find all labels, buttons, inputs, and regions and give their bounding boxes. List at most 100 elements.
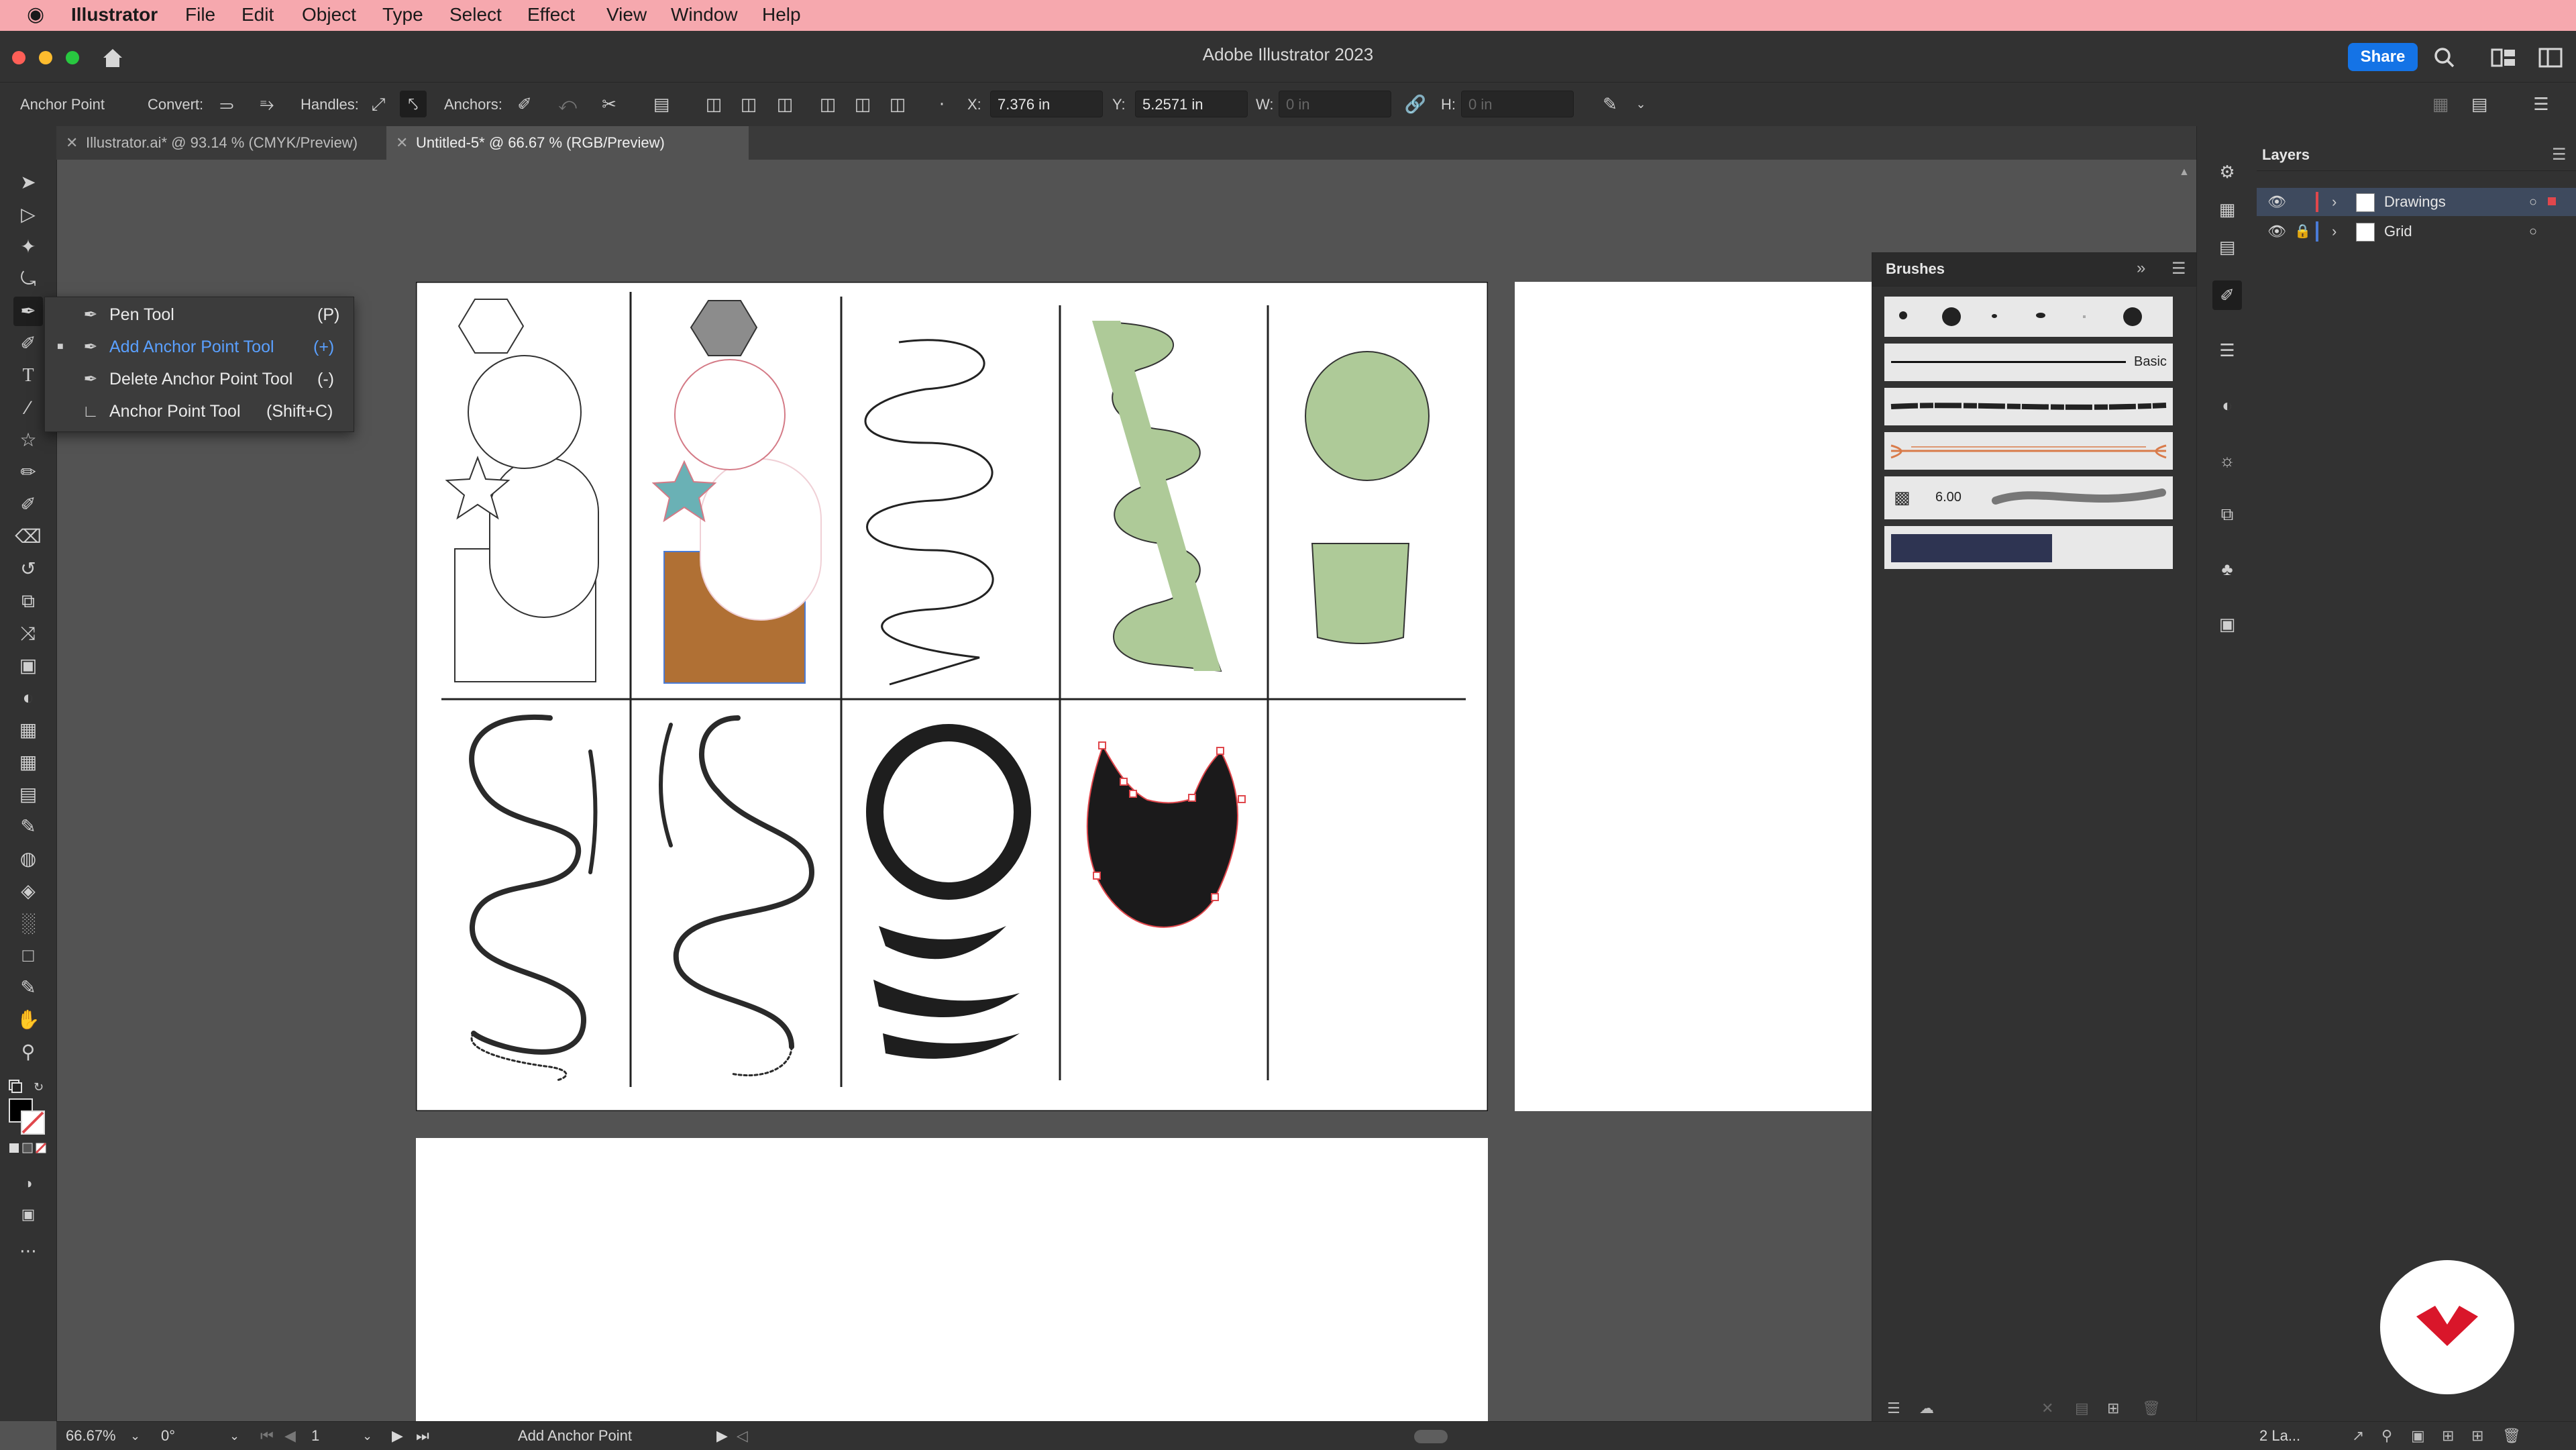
brush-pattern[interactable] — [1884, 526, 2173, 569]
eraser-tool-icon[interactable]: ⌫ — [13, 522, 43, 552]
reference-point-icon[interactable]: ⋅ — [928, 91, 955, 117]
control-bar-menu-icon[interactable]: ☰ — [2528, 91, 2555, 117]
tab-untitled-5[interactable]: ✕ Untitled-5* @ 66.67 % (RGB/Preview) — [386, 126, 749, 160]
gradient-tool-icon[interactable]: ▤ — [13, 780, 43, 809]
visibility-eye-icon[interactable]: 👁 — [2267, 217, 2286, 246]
fill-stroke-swatches[interactable]: ↻ — [7, 1076, 50, 1157]
visibility-eye-icon[interactable]: 👁 — [2267, 188, 2286, 216]
artboard-tool-icon[interactable]: □ — [13, 941, 43, 970]
more-tools-icon[interactable]: ⋯ — [13, 1236, 43, 1265]
y-position-field[interactable]: 5.2571 in — [1135, 91, 1248, 117]
menu-edit[interactable]: Edit — [241, 4, 274, 25]
drawing-modes-icon[interactable]: ◑ — [13, 1169, 43, 1198]
chevron-down-icon[interactable]: ⌄ — [229, 1422, 239, 1450]
expand-layer-icon[interactable]: › — [2332, 188, 2337, 216]
brush-charcoal[interactable] — [1884, 388, 2173, 425]
transform-panel-icon[interactable]: ▦ — [2427, 91, 2454, 117]
artboard-3[interactable] — [416, 1138, 1488, 1421]
brush-art-ribbon[interactable] — [1884, 432, 2173, 470]
free-transform-tool-icon[interactable]: ▣ — [13, 651, 43, 680]
layer-row-drawings[interactable]: 👁 › Drawings ○ — [2257, 188, 2576, 216]
brushes-panel-icon[interactable]: ✐ — [2212, 280, 2242, 310]
delete-brush-icon[interactable]: 🗑 — [2142, 1400, 2161, 1417]
chevron-down-icon[interactable]: ⌄ — [362, 1422, 372, 1450]
magic-wand-tool-icon[interactable]: ✦ — [13, 232, 43, 262]
share-button[interactable]: Share — [2348, 43, 2418, 71]
color-panel-icon[interactable]: ☼ — [2212, 446, 2242, 475]
gradient-panel-icon[interactable]: ▣ — [2212, 609, 2242, 639]
height-field[interactable]: 0 in — [1461, 91, 1574, 117]
align-to-icon[interactable]: ▤ — [648, 91, 675, 117]
pathfinder-panel-icon[interactable]: ⧉ — [2212, 499, 2242, 529]
menu-effect[interactable]: Effect — [527, 4, 575, 25]
panel-menu-icon[interactable]: ☰ — [2171, 259, 2186, 278]
appearance-panel-icon[interactable]: ◐ — [2212, 391, 2242, 420]
clipping-mask-icon[interactable]: ▣ — [2411, 1422, 2425, 1450]
menu-window[interactable]: Window — [671, 4, 738, 25]
brush-basic[interactable]: Basic — [1884, 344, 2173, 381]
panel-menu-icon[interactable]: ☰ — [2552, 145, 2567, 164]
width-field[interactable]: 0 in — [1279, 91, 1391, 117]
search-icon[interactable] — [2431, 44, 2458, 71]
eyedropper-tool-icon[interactable]: ✎ — [13, 812, 43, 841]
menu-file[interactable]: File — [185, 4, 215, 25]
previous-artboard-icon[interactable]: ◀ — [284, 1422, 296, 1450]
align-middle-icon[interactable]: ◫ — [849, 91, 876, 117]
align-bottom-icon[interactable]: ◫ — [884, 91, 911, 117]
convert-to-corner-icon[interactable]: ⥰ — [213, 91, 240, 117]
chevron-down-icon[interactable]: ⌄ — [1627, 91, 1654, 117]
symbols-panel-icon[interactable]: ♣ — [2212, 554, 2242, 584]
remove-brush-stroke-icon[interactable]: ✕ — [2041, 1400, 2053, 1417]
line-segment-tool-icon[interactable]: ∕ — [13, 393, 43, 423]
layer-row-grid[interactable]: 👁 🔒 › Grid ○ — [2257, 217, 2576, 246]
brush-swatch-large-round[interactable] — [1942, 307, 1961, 326]
star-tool-icon[interactable]: ☆ — [13, 425, 43, 455]
expand-layer-icon[interactable]: › — [2332, 217, 2337, 246]
close-tab-icon[interactable]: ✕ — [396, 126, 408, 160]
selection-tool-icon[interactable]: ➤ — [13, 168, 43, 197]
brush-libraries-icon[interactable]: ☰ — [1887, 1400, 1900, 1417]
tab-illustrator-ai[interactable]: ✕ Illustrator.ai* @ 93.14 % (CMYK/Previe… — [56, 126, 385, 160]
libraries-icon[interactable]: ▦ — [2212, 195, 2242, 224]
align-right-icon[interactable]: ◫ — [771, 91, 798, 117]
slice-tool-icon[interactable]: ✎ — [13, 973, 43, 1002]
lock-icon[interactable]: 🔒 — [2294, 217, 2311, 246]
workspace-switcher-icon[interactable] — [2490, 46, 2517, 70]
brush-swatch-oval[interactable] — [2036, 313, 2045, 318]
brush-swatch-calligraphic[interactable] — [1992, 314, 1997, 318]
layers-panel-icon[interactable]: ▤ — [2212, 232, 2242, 262]
hand-tool-icon[interactable]: ✋ — [13, 1005, 43, 1035]
status-menu-icon[interactable]: ▶ — [716, 1422, 728, 1450]
paintbrush-tool-icon[interactable]: ✐ — [13, 490, 43, 519]
first-artboard-icon[interactable]: ⏮ — [260, 1422, 274, 1450]
scroll-up-icon[interactable]: ▲ — [2179, 166, 2190, 180]
menu-object[interactable]: Object — [302, 4, 356, 25]
pencil-tool-icon[interactable]: ✏ — [13, 458, 43, 487]
show-handles-icon[interactable]: ⤢ — [365, 91, 392, 117]
brush-bristle[interactable]: ▩ 6.00 — [1884, 476, 2173, 519]
rotation-field[interactable]: 0° — [161, 1422, 175, 1450]
curvature-tool-icon[interactable]: ✐ — [13, 329, 43, 358]
arrange-documents-icon[interactable] — [2537, 46, 2564, 70]
new-brush-icon[interactable]: ⊞ — [2107, 1400, 2119, 1417]
brush-options-icon[interactable]: ▤ — [2075, 1400, 2089, 1417]
target-circle-icon[interactable]: ○ — [2529, 217, 2537, 246]
delete-layer-icon[interactable]: 🗑 — [2502, 1422, 2521, 1450]
align-left-icon[interactable]: ◫ — [700, 91, 727, 117]
graph-tool-icon[interactable]: ░ — [13, 909, 43, 938]
x-position-field[interactable]: 7.376 in — [990, 91, 1103, 117]
chevron-down-icon[interactable]: ⌄ — [130, 1422, 140, 1450]
artboard-number-field[interactable]: 1 — [311, 1422, 319, 1450]
remove-anchor-icon[interactable]: ✐ — [511, 91, 538, 117]
zoom-tool-icon[interactable]: ⚲ — [13, 1037, 43, 1067]
cut-path-icon[interactable]: ✂ — [596, 91, 623, 117]
perspective-grid-tool-icon[interactable]: ▦ — [13, 715, 43, 745]
align-panel-icon[interactable]: ▤ — [2466, 91, 2493, 117]
main-artboard[interactable] — [416, 282, 1488, 1111]
last-artboard-icon[interactable]: ⏭ — [416, 1422, 429, 1450]
new-sublayer-icon[interactable]: ⊞ — [2442, 1422, 2454, 1450]
brush-swatch-tiny[interactable] — [2083, 315, 2086, 318]
horizontal-scrollbar-thumb[interactable] — [1414, 1430, 1448, 1443]
libraries-panel-icon[interactable]: ☁ — [1919, 1400, 1934, 1417]
direct-selection-tool-icon[interactable]: ▷ — [13, 200, 43, 229]
